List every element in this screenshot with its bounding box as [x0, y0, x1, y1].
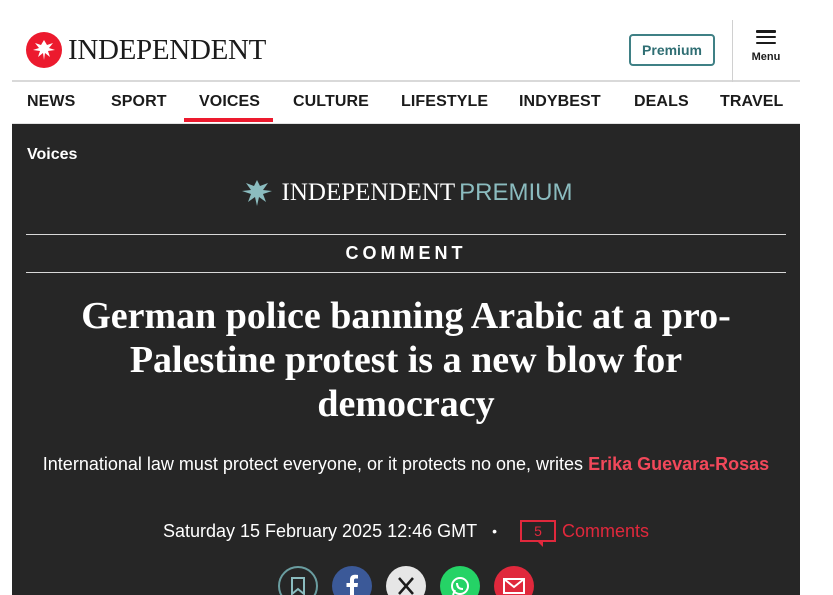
article-header-panel: Voices INDEPENDENT PREMIUM COMMENT Germa… — [12, 124, 800, 595]
kicker-rule-bottom — [26, 272, 786, 273]
nav-item-lifestyle[interactable]: LIFESTYLE — [401, 93, 488, 111]
section-link[interactable]: Voices — [27, 146, 77, 164]
nav-item-sport[interactable]: SPORT — [111, 93, 167, 111]
eagle-logo-icon — [26, 32, 62, 68]
comments-link[interactable]: Comments — [562, 521, 649, 542]
site-header: INDEPENDENT Premium Menu — [12, 0, 800, 82]
nav-item-deals[interactable]: DEALS — [634, 93, 689, 111]
comment-count-badge[interactable]: 5 — [520, 520, 557, 547]
main-nav: NEWS SPORT VOICES CULTURE LIFESTYLE INDY… — [12, 84, 800, 124]
header-divider — [732, 20, 733, 82]
bookmark-icon[interactable] — [278, 566, 318, 595]
meta-separator: • — [492, 523, 498, 539]
article-meta: Saturday 15 February 2025 12:46 GMT • 5 … — [12, 520, 800, 547]
site-logo[interactable]: INDEPENDENT — [26, 32, 266, 68]
nav-item-voices[interactable]: VOICES — [199, 93, 260, 111]
share-bar — [12, 566, 800, 595]
article-standfirst: International law must protect everyone,… — [32, 452, 780, 476]
nav-item-culture[interactable]: CULTURE — [293, 93, 369, 111]
whatsapp-icon[interactable] — [440, 566, 480, 595]
facebook-icon[interactable] — [332, 566, 372, 595]
independent-premium-brand: INDEPENDENT PREMIUM — [12, 178, 800, 208]
standfirst-text: International law must protect everyone,… — [42, 454, 584, 474]
menu-button[interactable]: Menu — [745, 30, 787, 72]
premium-button[interactable]: Premium — [629, 34, 715, 66]
x-icon[interactable] — [386, 566, 426, 595]
eagle-premium-icon — [241, 180, 272, 206]
hamburger-icon — [756, 30, 776, 44]
article-headline: German police banning Arabic at a pro-Pa… — [81, 295, 731, 425]
brand-word: INDEPENDENT — [281, 179, 456, 206]
nav-item-travel[interactable]: TRAVEL — [720, 93, 783, 111]
nav-item-news[interactable]: NEWS — [27, 93, 75, 111]
email-icon[interactable] — [494, 566, 534, 595]
article-kicker: COMMENT — [345, 243, 467, 263]
menu-label: Menu — [751, 51, 781, 63]
nav-item-indybest[interactable]: INDYBEST — [519, 93, 601, 111]
logo-wordmark: INDEPENDENT — [68, 34, 267, 66]
author-link[interactable]: Erika Guevara-Rosas — [588, 454, 769, 474]
nav-active-indicator — [184, 118, 273, 122]
kicker-rule-top — [26, 234, 786, 235]
brand-premium: PREMIUM — [459, 179, 573, 206]
publish-date: Saturday 15 February 2025 12:46 GMT — [162, 520, 478, 541]
